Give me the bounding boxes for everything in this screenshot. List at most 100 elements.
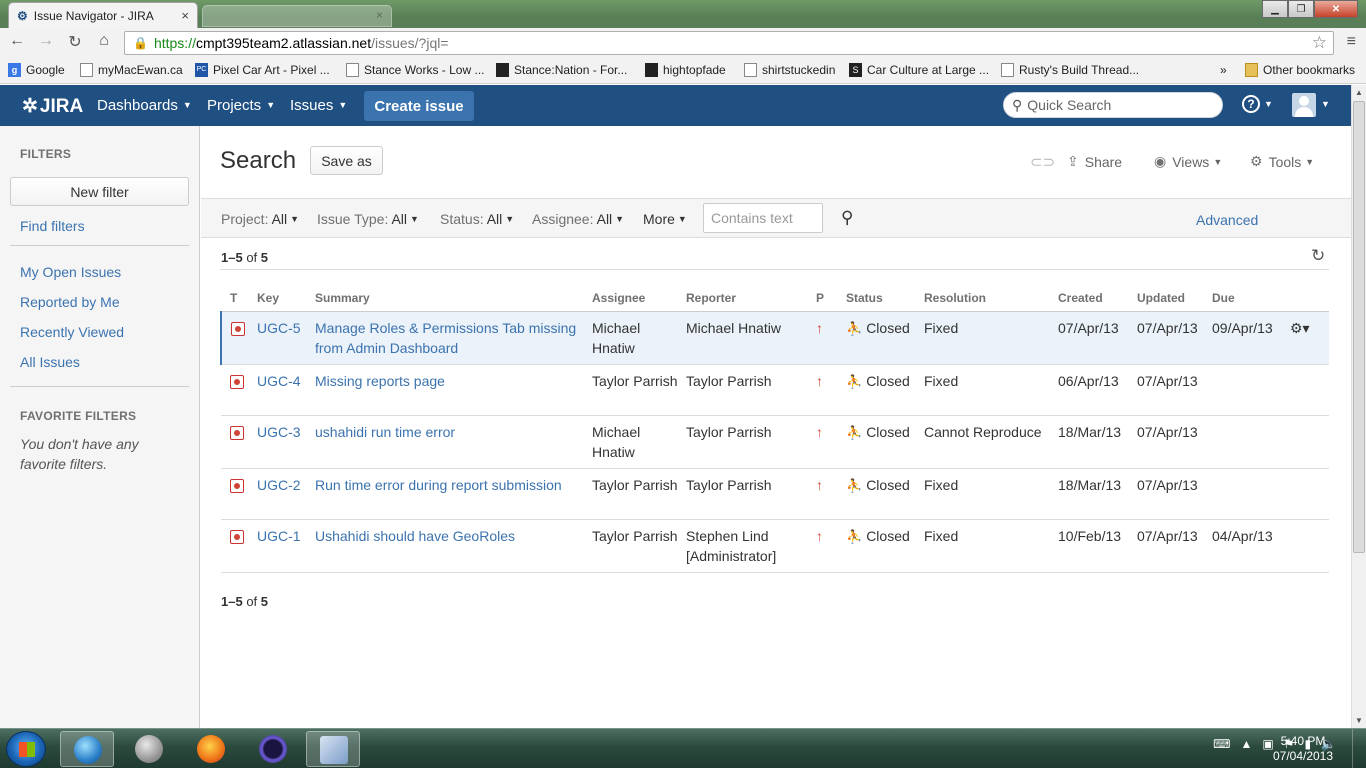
my-open-issues-link[interactable]: My Open Issues [20, 264, 121, 280]
criteria-assignee[interactable]: Assignee: All ▼ [532, 211, 624, 227]
table-row[interactable]: UGC-3 ushahidi run time error Michael Hn… [221, 415, 1329, 469]
tab-close-icon[interactable]: × [376, 8, 383, 22]
nav-projects[interactable]: Projects ▼ [207, 97, 275, 114]
caret-down-icon[interactable]: ▼ [1321, 99, 1330, 109]
reported-by-me-link[interactable]: Reported by Me [20, 294, 120, 310]
bookmark-hightopfade[interactable]: hightopfade [645, 63, 726, 77]
other-bookmarks[interactable]: Other bookmarks [1245, 63, 1355, 77]
criteria-status[interactable]: Status: All ▼ [440, 211, 514, 227]
address-bar[interactable]: 🔒 https:// cmpt395team2.atlassian.net /i… [124, 31, 1334, 55]
page-scrollbar[interactable]: ▲ ▼ [1351, 85, 1366, 728]
assignee-cell: Taylor Parrish [592, 364, 686, 416]
col-header-actions [1290, 285, 1329, 312]
recently-viewed-link[interactable]: Recently Viewed [20, 324, 124, 340]
issue-summary-link[interactable]: Manage Roles & Permissions Tab missing f… [315, 320, 576, 356]
nav-issues[interactable]: Issues ▼ [290, 97, 347, 114]
bookmark-stance-works[interactable]: Stance Works - Low ... [346, 63, 485, 77]
col-header-updated[interactable]: Updated [1137, 285, 1212, 312]
user-avatar[interactable] [1292, 93, 1316, 117]
table-row[interactable]: UGC-5 Manage Roles & Permissions Tab mis… [220, 311, 1329, 365]
maximize-icon[interactable]: ❐ [1288, 0, 1314, 18]
issue-summary-link[interactable]: Missing reports page [315, 373, 445, 389]
table-row[interactable]: UGC-2 Run time error during report submi… [221, 468, 1329, 520]
taskbar-app-3[interactable] [184, 731, 238, 767]
col-header-resolution[interactable]: Resolution [924, 285, 1058, 312]
nav-dashboards[interactable]: Dashboards ▼ [97, 97, 192, 114]
all-issues-link[interactable]: All Issues [20, 354, 80, 370]
col-header-priority[interactable]: P [816, 285, 846, 312]
bookmark-car-culture[interactable]: S Car Culture at Large ... [849, 63, 989, 77]
col-header-type[interactable]: T [221, 285, 257, 312]
virtualbox-icon [320, 736, 348, 764]
save-as-button[interactable]: Save as [310, 146, 383, 175]
taskbar-virtualbox[interactable] [306, 731, 360, 767]
col-header-reporter[interactable]: Reporter [686, 285, 816, 312]
issue-key-link[interactable]: UGC-5 [257, 320, 301, 336]
criteria-more[interactable]: More ▼ [643, 211, 687, 227]
bookmark-shirtstuckedin[interactable]: shirtstuckedin [744, 63, 835, 77]
criteria-issue-type[interactable]: Issue Type: All ▼ [317, 211, 419, 227]
help-icon[interactable]: ? [1242, 95, 1260, 113]
issue-key-link[interactable]: UGC-2 [257, 477, 301, 493]
forward-icon[interactable]: → [35, 32, 57, 50]
tray-expand-icon[interactable]: ▲ [1240, 737, 1252, 751]
keyboard-icon[interactable]: ⌨ [1213, 737, 1230, 751]
reload-icon[interactable]: ↻ [64, 32, 86, 52]
back-icon[interactable]: ← [6, 32, 28, 50]
scrollbar-thumb[interactable] [1353, 101, 1365, 553]
tools-button[interactable]: ⚙ Tools ▼ [1250, 153, 1314, 170]
taskbar-app-4[interactable] [246, 731, 300, 767]
tab-close-icon[interactable]: × [181, 8, 189, 23]
scroll-down-icon[interactable]: ▼ [1355, 716, 1363, 725]
browser-menu-icon[interactable]: ≡ [1347, 33, 1356, 51]
bookmark-star-icon[interactable]: ☆ [1312, 33, 1327, 53]
jira-logo[interactable]: ✲ JIRA [22, 95, 83, 118]
browser-tab-active[interactable]: ⚙ Issue Navigator - JIRA × [8, 2, 198, 28]
system-clock[interactable]: 5:40 PM 07/04/2013 [1268, 734, 1338, 764]
bookmarks-overflow[interactable]: » [1220, 63, 1227, 77]
bookmark-pixel-car-art[interactable]: PC Pixel Car Art - Pixel ... [195, 63, 330, 77]
table-row[interactable]: UGC-1 Ushahidi should have GeoRoles Tayl… [221, 519, 1329, 573]
issue-summary-link[interactable]: ushahidi run time error [315, 424, 455, 440]
share-button[interactable]: ⇪ Share [1067, 153, 1122, 170]
bookmark-stance-nation[interactable]: Stance:Nation - For... [496, 63, 627, 77]
scroll-up-icon[interactable]: ▲ [1355, 88, 1363, 97]
new-filter-button[interactable]: New filter [10, 177, 189, 206]
row-actions-gear-icon[interactable]: ⚙▾ [1290, 320, 1310, 336]
show-desktop-button[interactable] [1352, 729, 1366, 768]
link-icon[interactable]: ⊂⊃ [1030, 153, 1055, 171]
issue-key-link[interactable]: UGC-3 [257, 424, 301, 440]
minimize-icon[interactable]: ▁ [1262, 0, 1288, 18]
refresh-icon[interactable]: ↻ [1311, 246, 1325, 266]
issue-key-link[interactable]: UGC-1 [257, 528, 301, 544]
col-header-assignee[interactable]: Assignee [592, 285, 686, 312]
bookmark-rustys[interactable]: Rusty's Build Thread... [1001, 63, 1139, 77]
caret-down-icon[interactable]: ▼ [1264, 99, 1273, 109]
col-header-key[interactable]: Key [257, 285, 315, 312]
bookmark-google[interactable]: g Google [8, 63, 65, 77]
create-issue-button[interactable]: Create issue [364, 91, 474, 121]
bookmark-mymacewan[interactable]: myMacEwan.ca [80, 63, 183, 77]
issue-summary-link[interactable]: Run time error during report submission [315, 477, 562, 493]
issue-key-link[interactable]: UGC-4 [257, 373, 301, 389]
col-header-summary[interactable]: Summary [315, 285, 592, 312]
find-filters-link[interactable]: Find filters [20, 218, 85, 234]
browser-tab-second[interactable]: × [202, 5, 392, 27]
quick-search-input[interactable]: ⚲ Quick Search [1003, 92, 1223, 118]
close-window-icon[interactable]: ✕ [1314, 0, 1358, 18]
criteria-project[interactable]: Project: All ▼ [221, 211, 299, 227]
search-icon[interactable]: ⚲ [841, 208, 853, 228]
taskbar-chrome[interactable] [60, 731, 114, 767]
issue-summary-link[interactable]: Ushahidi should have GeoRoles [315, 528, 515, 544]
caret-down-icon: ▼ [1305, 156, 1315, 167]
taskbar-app-2[interactable] [122, 731, 176, 767]
table-row[interactable]: UGC-4 Missing reports page Taylor Parris… [221, 364, 1329, 416]
col-header-due[interactable]: Due [1212, 285, 1290, 312]
advanced-search-link[interactable]: Advanced [1196, 212, 1258, 228]
home-icon[interactable]: ⌂ [93, 32, 115, 50]
col-header-status[interactable]: Status [846, 285, 924, 312]
col-header-created[interactable]: Created [1058, 285, 1137, 312]
contains-text-input[interactable]: Contains text [703, 203, 823, 233]
views-button[interactable]: ◉ Views ▼ [1154, 153, 1222, 170]
start-button[interactable] [6, 731, 46, 767]
